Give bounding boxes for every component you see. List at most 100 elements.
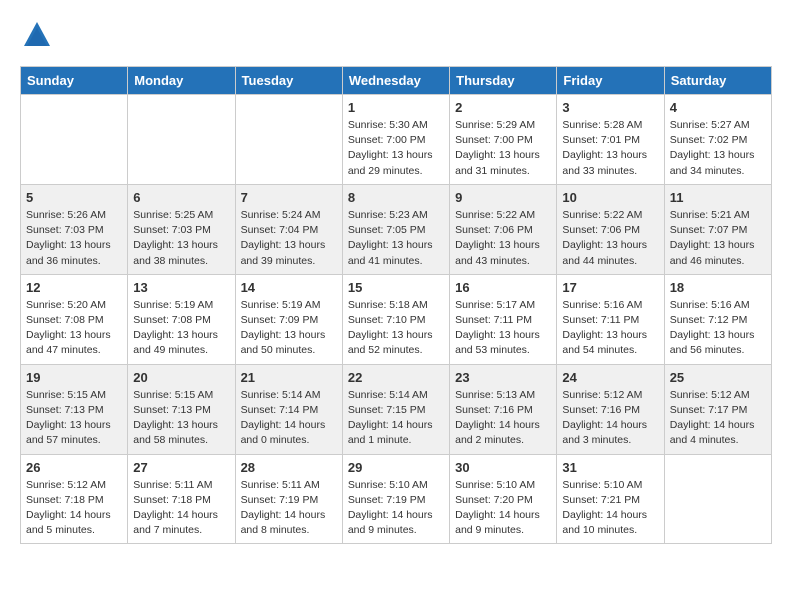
- calendar-cell: 5 Sunrise: 5:26 AM Sunset: 7:03 PM Daylig…: [21, 184, 128, 274]
- day-content: Sunrise: 5:24 AM Sunset: 7:04 PM Dayligh…: [241, 208, 337, 269]
- page-header: [20, 20, 772, 50]
- calendar-cell: 25 Sunrise: 5:12 AM Sunset: 7:17 PM Dayli…: [664, 364, 771, 454]
- calendar-cell: [664, 454, 771, 544]
- day-content: Sunrise: 5:21 AM Sunset: 7:07 PM Dayligh…: [670, 208, 766, 269]
- calendar-cell: 2 Sunrise: 5:29 AM Sunset: 7:00 PM Daylig…: [450, 95, 557, 185]
- day-content: Sunrise: 5:14 AM Sunset: 7:15 PM Dayligh…: [348, 388, 444, 449]
- weekday-header-friday: Friday: [557, 67, 664, 95]
- day-number: 28: [241, 460, 337, 475]
- day-number: 12: [26, 280, 122, 295]
- calendar-cell: 27Sunrise: 5:11 AM Sunset: 7:18 PM Dayli…: [128, 454, 235, 544]
- day-number: 26: [26, 460, 122, 475]
- calendar-cell: 18 Sunrise: 5:16 AM Sunset: 7:12 PM Dayli…: [664, 274, 771, 364]
- calendar-week-row: 26 Sunrise: 5:12 AM Sunset: 7:18 PM Dayli…: [21, 454, 772, 544]
- day-number: 7: [241, 190, 337, 205]
- day-content: Sunrise: 5:12 AM Sunset: 7:16 PM Dayligh…: [562, 388, 658, 449]
- day-number: 17: [562, 280, 658, 295]
- day-number: 4: [670, 100, 766, 115]
- calendar-cell: 29Sunrise: 5:10 AM Sunset: 7:19 PM Dayli…: [342, 454, 449, 544]
- day-number: 9: [455, 190, 551, 205]
- day-number: 18: [670, 280, 766, 295]
- calendar-cell: 11Sunrise: 5:21 AM Sunset: 7:07 PM Dayli…: [664, 184, 771, 274]
- calendar-cell: 16 Sunrise: 5:17 AM Sunset: 7:11 PM Dayli…: [450, 274, 557, 364]
- day-content: Sunrise: 5:22 AM Sunset: 7:06 PM Dayligh…: [562, 208, 658, 269]
- day-content: Sunrise: 5:26 AM Sunset: 7:03 PM Dayligh…: [26, 208, 122, 269]
- day-number: 20: [133, 370, 229, 385]
- day-number: 15: [348, 280, 444, 295]
- logo-icon: [22, 20, 52, 50]
- calendar-table: SundayMondayTuesdayWednesdayThursdayFrid…: [20, 66, 772, 544]
- calendar-cell: 8 Sunrise: 5:23 AM Sunset: 7:05 PM Daylig…: [342, 184, 449, 274]
- calendar-cell: [21, 95, 128, 185]
- day-content: Sunrise: 5:19 AM Sunset: 7:09 PM Dayligh…: [241, 298, 337, 359]
- day-number: 19: [26, 370, 122, 385]
- day-number: 13: [133, 280, 229, 295]
- day-content: Sunrise: 5:16 AM Sunset: 7:11 PM Dayligh…: [562, 298, 658, 359]
- weekday-header-sunday: Sunday: [21, 67, 128, 95]
- day-content: Sunrise: 5:11 AM Sunset: 7:19 PM Dayligh…: [241, 478, 337, 539]
- day-number: 14: [241, 280, 337, 295]
- calendar-cell: 1Sunrise: 5:30 AM Sunset: 7:00 PM Daylig…: [342, 95, 449, 185]
- calendar-cell: 30Sunrise: 5:10 AM Sunset: 7:20 PM Dayli…: [450, 454, 557, 544]
- day-number: 2: [455, 100, 551, 115]
- calendar-cell: 13 Sunrise: 5:19 AM Sunset: 7:08 PM Dayli…: [128, 274, 235, 364]
- calendar-week-row: 1Sunrise: 5:30 AM Sunset: 7:00 PM Daylig…: [21, 95, 772, 185]
- day-content: Sunrise: 5:22 AM Sunset: 7:06 PM Dayligh…: [455, 208, 551, 269]
- day-content: Sunrise: 5:19 AM Sunset: 7:08 PM Dayligh…: [133, 298, 229, 359]
- calendar-cell: 10 Sunrise: 5:22 AM Sunset: 7:06 PM Dayli…: [557, 184, 664, 274]
- day-content: Sunrise: 5:25 AM Sunset: 7:03 PM Dayligh…: [133, 208, 229, 269]
- calendar-cell: 21 Sunrise: 5:14 AM Sunset: 7:14 PM Dayli…: [235, 364, 342, 454]
- day-content: Sunrise: 5:12 AM Sunset: 7:17 PM Dayligh…: [670, 388, 766, 449]
- day-content: Sunrise: 5:11 AM Sunset: 7:18 PM Dayligh…: [133, 478, 229, 539]
- calendar-week-row: 19 Sunrise: 5:15 AM Sunset: 7:13 PM Dayli…: [21, 364, 772, 454]
- calendar-cell: 19 Sunrise: 5:15 AM Sunset: 7:13 PM Dayli…: [21, 364, 128, 454]
- day-content: Sunrise: 5:15 AM Sunset: 7:13 PM Dayligh…: [133, 388, 229, 449]
- calendar-week-row: 12 Sunrise: 5:20 AM Sunset: 7:08 PM Dayli…: [21, 274, 772, 364]
- calendar-cell: 24 Sunrise: 5:12 AM Sunset: 7:16 PM Dayli…: [557, 364, 664, 454]
- calendar-cell: 3Sunrise: 5:28 AM Sunset: 7:01 PM Daylig…: [557, 95, 664, 185]
- day-content: Sunrise: 5:15 AM Sunset: 7:13 PM Dayligh…: [26, 388, 122, 449]
- calendar-cell: 15 Sunrise: 5:18 AM Sunset: 7:10 PM Dayli…: [342, 274, 449, 364]
- day-number: 3: [562, 100, 658, 115]
- day-content: Sunrise: 5:16 AM Sunset: 7:12 PM Dayligh…: [670, 298, 766, 359]
- calendar-cell: 6Sunrise: 5:25 AM Sunset: 7:03 PM Daylig…: [128, 184, 235, 274]
- calendar-cell: 20 Sunrise: 5:15 AM Sunset: 7:13 PM Dayli…: [128, 364, 235, 454]
- day-number: 29: [348, 460, 444, 475]
- day-content: Sunrise: 5:18 AM Sunset: 7:10 PM Dayligh…: [348, 298, 444, 359]
- day-number: 1: [348, 100, 444, 115]
- calendar-cell: 26 Sunrise: 5:12 AM Sunset: 7:18 PM Dayli…: [21, 454, 128, 544]
- day-content: Sunrise: 5:23 AM Sunset: 7:05 PM Dayligh…: [348, 208, 444, 269]
- calendar-cell: [235, 95, 342, 185]
- day-number: 5: [26, 190, 122, 205]
- calendar-cell: 22 Sunrise: 5:14 AM Sunset: 7:15 PM Dayli…: [342, 364, 449, 454]
- day-content: Sunrise: 5:10 AM Sunset: 7:20 PM Dayligh…: [455, 478, 551, 539]
- day-content: Sunrise: 5:20 AM Sunset: 7:08 PM Dayligh…: [26, 298, 122, 359]
- day-content: Sunrise: 5:29 AM Sunset: 7:00 PM Dayligh…: [455, 118, 551, 179]
- calendar-cell: 14 Sunrise: 5:19 AM Sunset: 7:09 PM Dayli…: [235, 274, 342, 364]
- calendar-cell: 7 Sunrise: 5:24 AM Sunset: 7:04 PM Daylig…: [235, 184, 342, 274]
- day-number: 21: [241, 370, 337, 385]
- weekday-header-saturday: Saturday: [664, 67, 771, 95]
- day-content: Sunrise: 5:14 AM Sunset: 7:14 PM Dayligh…: [241, 388, 337, 449]
- calendar-cell: 28 Sunrise: 5:11 AM Sunset: 7:19 PM Dayli…: [235, 454, 342, 544]
- day-number: 16: [455, 280, 551, 295]
- day-number: 24: [562, 370, 658, 385]
- weekday-header-thursday: Thursday: [450, 67, 557, 95]
- calendar-cell: 4 Sunrise: 5:27 AM Sunset: 7:02 PM Daylig…: [664, 95, 771, 185]
- calendar-cell: 23 Sunrise: 5:13 AM Sunset: 7:16 PM Dayli…: [450, 364, 557, 454]
- weekday-header-tuesday: Tuesday: [235, 67, 342, 95]
- day-number: 10: [562, 190, 658, 205]
- day-number: 22: [348, 370, 444, 385]
- calendar-cell: [128, 95, 235, 185]
- day-content: Sunrise: 5:17 AM Sunset: 7:11 PM Dayligh…: [455, 298, 551, 359]
- weekday-header-wednesday: Wednesday: [342, 67, 449, 95]
- day-number: 23: [455, 370, 551, 385]
- day-content: Sunrise: 5:12 AM Sunset: 7:18 PM Dayligh…: [26, 478, 122, 539]
- day-number: 25: [670, 370, 766, 385]
- calendar-header-row: SundayMondayTuesdayWednesdayThursdayFrid…: [21, 67, 772, 95]
- day-content: Sunrise: 5:27 AM Sunset: 7:02 PM Dayligh…: [670, 118, 766, 179]
- day-number: 8: [348, 190, 444, 205]
- calendar-cell: 12 Sunrise: 5:20 AM Sunset: 7:08 PM Dayli…: [21, 274, 128, 364]
- calendar-cell: 17 Sunrise: 5:16 AM Sunset: 7:11 PM Dayli…: [557, 274, 664, 364]
- day-content: Sunrise: 5:13 AM Sunset: 7:16 PM Dayligh…: [455, 388, 551, 449]
